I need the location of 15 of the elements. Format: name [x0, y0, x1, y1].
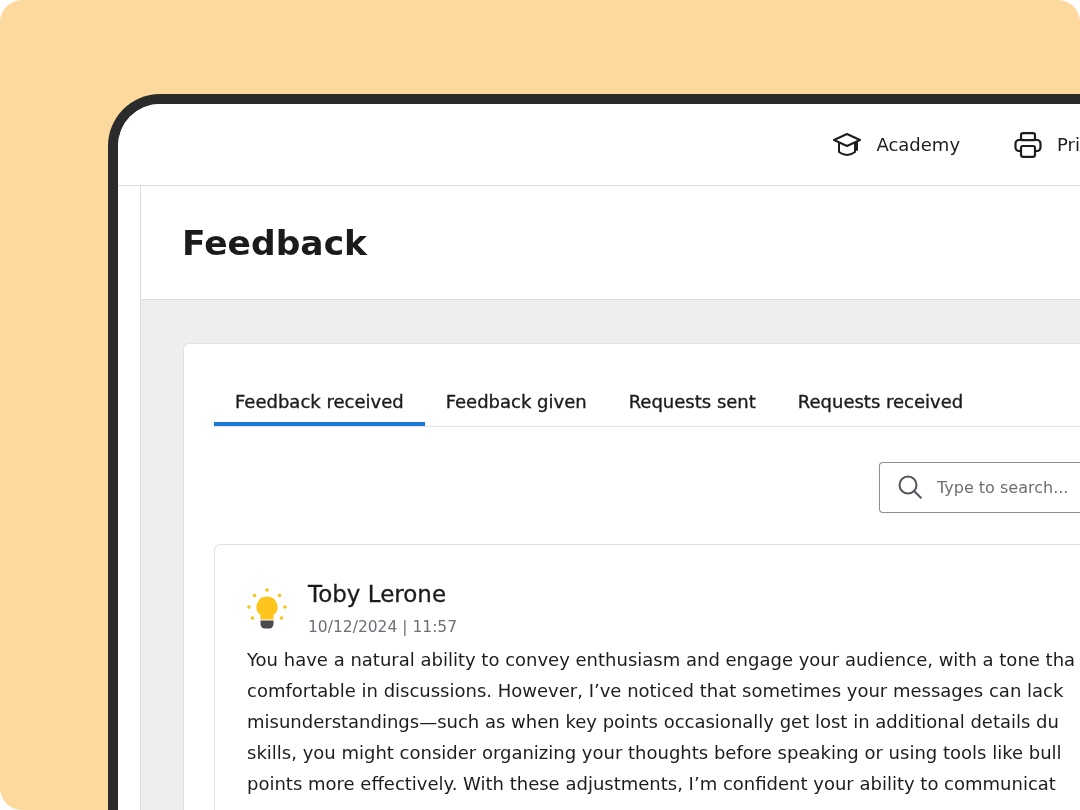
tab[interactable]: Feedback received	[214, 377, 425, 426]
feedback-text: You have a natural ability to convey enthusiasm and engage your audience, with a tone tha comfortable in discussions. However, I’ve noticed that sometimes your messages can lack misunderstandings—such as when key points occasionally get lost in additional details du skills, you might consider organizing your thoughts before speaking or using tools like bull points more effectively. With these adjustments, I’m confident your ability to communicat	[247, 648, 1077, 796]
page-title: Feedback	[182, 221, 368, 264]
tab[interactable]: Requests sent	[607, 377, 777, 426]
tab[interactable]: Requests received	[776, 377, 985, 426]
tab[interactable]: Feedback given	[424, 377, 608, 426]
print-link[interactable]: Pri	[1014, 131, 1080, 158]
academy-link[interactable]: Academy	[833, 132, 961, 157]
author-name: Toby Lerone	[308, 580, 448, 608]
lightbulb-icon	[247, 588, 287, 632]
feedback-date: 10/12/2024 | 11:57	[308, 617, 458, 638]
printer-icon	[1014, 131, 1043, 158]
graduation-cap-icon	[833, 132, 862, 157]
search-field[interactable]: Type to search...	[879, 462, 1080, 513]
search-icon	[898, 475, 922, 499]
